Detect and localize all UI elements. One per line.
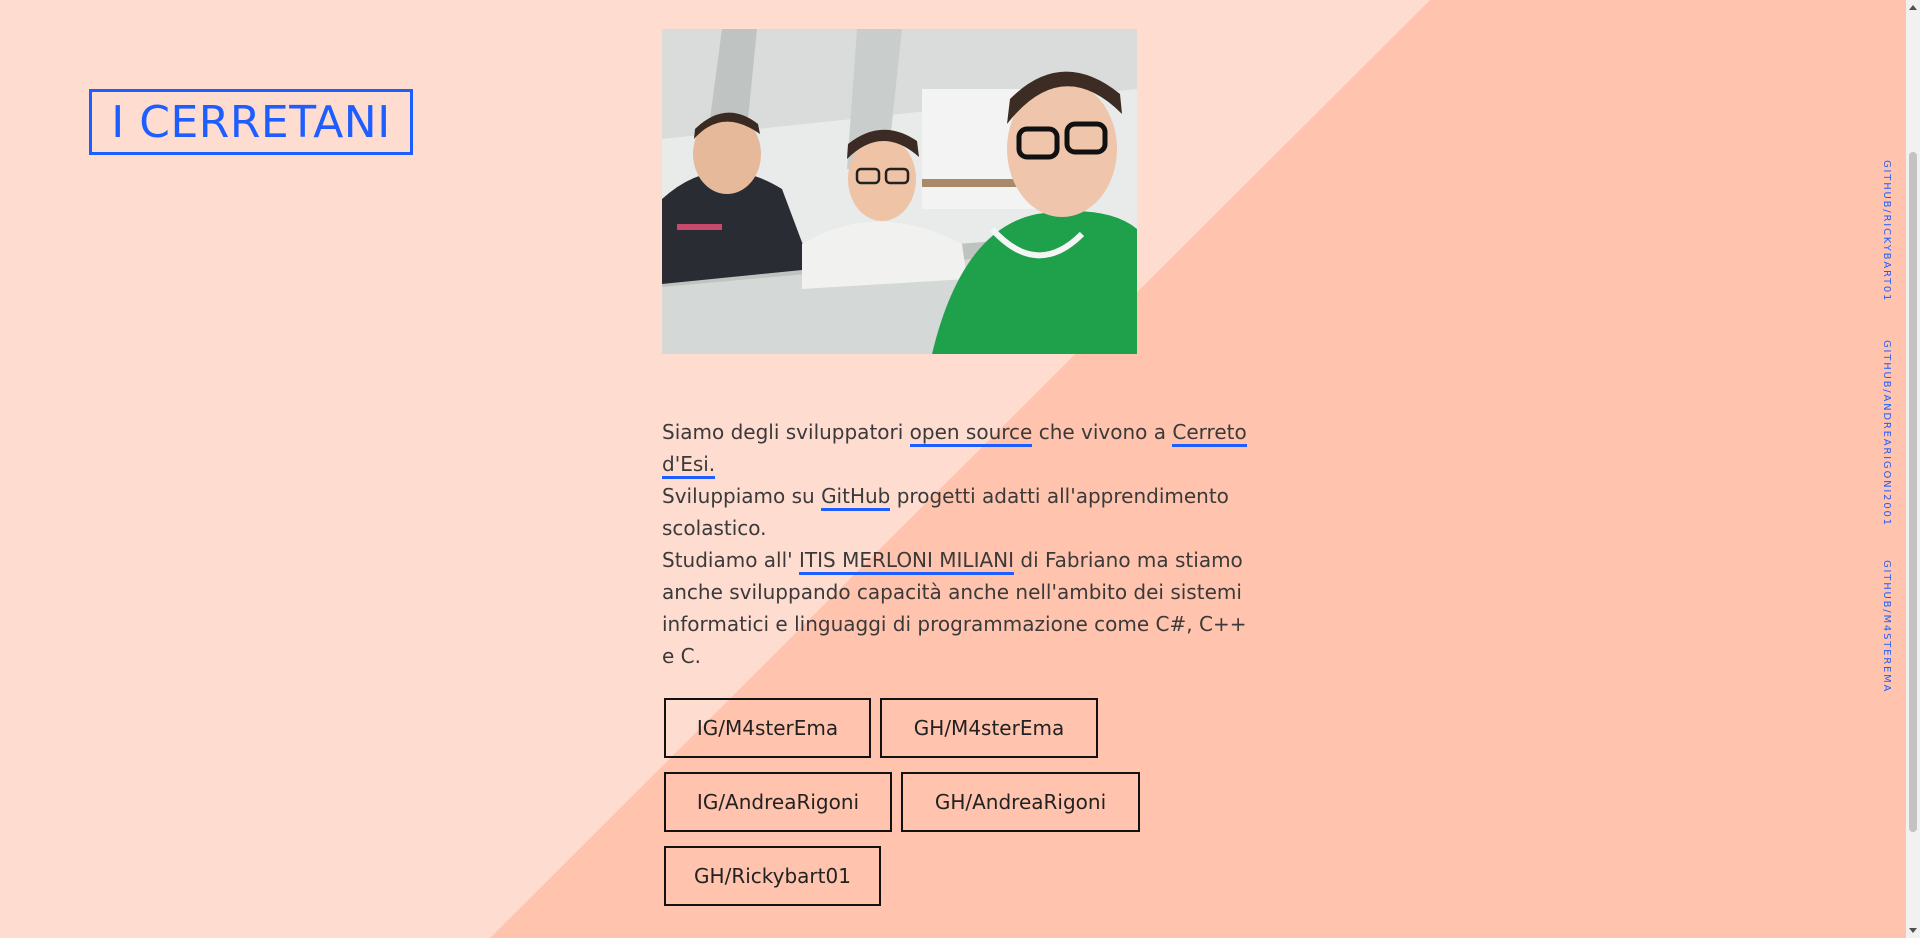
gh-rickybart01-button[interactable]: GH/Rickybart01 <box>664 846 881 906</box>
intro-line-1-middle: che vivono a <box>1032 420 1173 444</box>
github-link[interactable]: GitHub <box>821 484 891 511</box>
side-link-m4sterema[interactable]: GITHUB/M4STEREMA <box>1881 560 1892 693</box>
vertical-scrollbar[interactable] <box>1906 0 1920 938</box>
intro-line-3: Studiamo all' ITIS MERLONI MILIANI di Fa… <box>662 544 1262 672</box>
ig-m4sterema-button[interactable]: IG/M4sterEma <box>664 698 871 758</box>
gh-andrearigoni-button[interactable]: GH/AndreaRigoni <box>901 772 1140 832</box>
intro-line-2-prefix: Sviluppiamo su <box>662 484 822 508</box>
side-link-rickybart[interactable]: GITHUB/RICKYBART01 <box>1881 160 1892 302</box>
intro-line-2: Sviluppiamo su GitHub progetti adatti al… <box>662 480 1262 544</box>
site-logo-text: I CERRETANI <box>111 96 391 148</box>
gh-m4sterema-button[interactable]: GH/M4sterEma <box>880 698 1098 758</box>
intro-line-3-prefix: Studiamo all' <box>662 548 800 572</box>
hero-photo <box>662 29 1137 354</box>
scrollbar-thumb[interactable] <box>1909 152 1917 832</box>
side-links: GITHUB/RICKYBART01 GITHUB/ANDREARIGONI20… <box>1878 150 1894 710</box>
intro-line-1-prefix: Siamo degli sviluppatori <box>662 420 910 444</box>
scroll-down-icon[interactable] <box>1909 928 1917 933</box>
side-link-andrearigoni[interactable]: GITHUB/ANDREARIGONI2001 <box>1881 340 1892 527</box>
site-logo[interactable]: I CERRETANI <box>89 89 413 155</box>
team-selfie-image <box>662 29 1137 354</box>
intro-text: Siamo degli sviluppatori open source che… <box>662 416 1262 672</box>
open-source-link[interactable]: open source <box>909 420 1033 447</box>
scroll-up-icon[interactable] <box>1909 5 1917 10</box>
ig-andrearigoni-button[interactable]: IG/AndreaRigoni <box>664 772 892 832</box>
intro-line-1: Siamo degli sviluppatori open source che… <box>662 416 1262 480</box>
itis-link[interactable]: ITIS MERLONI MILIANI <box>799 548 1015 575</box>
